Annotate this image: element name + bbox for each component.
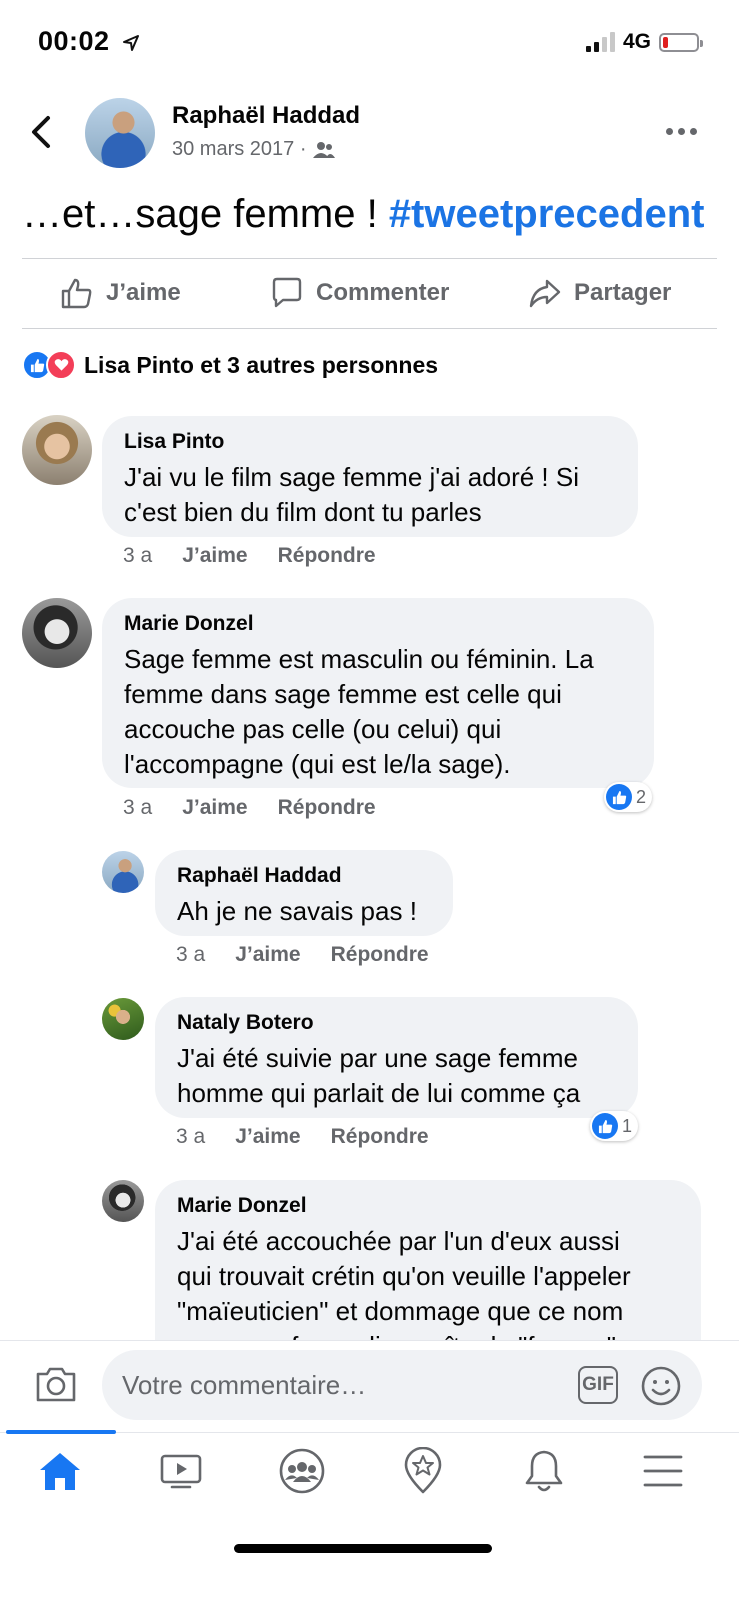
like-label: J’aime [106, 279, 181, 306]
comment-line: J'ai vu le film sage femme j'ai adoré ! … [124, 462, 579, 492]
camera-icon[interactable] [34, 1364, 78, 1404]
divider-top [22, 258, 717, 259]
status-indicators: 4G [585, 30, 703, 54]
comment-line: Ah je ne savais pas ! [177, 896, 417, 926]
comment-like-button[interactable]: J’aime [182, 544, 247, 568]
commenter-avatar[interactable] [22, 415, 92, 485]
comment-like-button[interactable]: J’aime [182, 796, 247, 820]
comment-line: J'ai été suivie par une sage femme [177, 1043, 578, 1073]
share-label: Partager [574, 279, 672, 306]
comment-text: Sage femme est masculin ou féminin. La f… [124, 642, 632, 782]
share-button[interactable]: Partager [528, 276, 671, 310]
post-hashtag[interactable]: #tweetprecedent [389, 192, 705, 236]
comment-line: Sage femme est masculin ou féminin. La [124, 644, 594, 674]
comment-text: Ah je ne savais pas ! [177, 894, 431, 929]
like-reaction-icon [592, 1113, 618, 1139]
author-avatar[interactable] [85, 98, 155, 168]
status-time: 00:02 [38, 26, 140, 57]
like-button[interactable]: J’aime [60, 276, 181, 310]
comment-age: 3 a [176, 943, 206, 966]
comment-age: 3 a [123, 544, 153, 567]
comment-bubble: Marie Donzel Sage femme est masculin ou … [102, 598, 654, 788]
commenter-avatar[interactable] [102, 851, 144, 893]
comment-bubble: Nataly Botero J'ai été suivie par une sa… [155, 997, 638, 1118]
comment-line: c'est bien du film dont tu parles [124, 497, 482, 527]
comment-reaction-count[interactable]: 1 [590, 1111, 639, 1141]
comment-like-button[interactable]: J’aime [235, 943, 300, 967]
reaction-count-text: 2 [636, 786, 647, 807]
comment-bubble: Lisa Pinto J'ai vu le film sage femme j'… [102, 416, 638, 537]
comment-reply-button[interactable]: Répondre [278, 544, 376, 568]
comment-reaction-count[interactable]: 2 [604, 782, 653, 812]
comment-reply-button[interactable]: Répondre [278, 796, 376, 820]
post-text-body: …et…sage femme ! [22, 192, 378, 236]
gif-button[interactable]: GIF [578, 1366, 618, 1404]
comment-line: homme qui parlait de lui comme ça [177, 1078, 581, 1108]
comment-button[interactable]: Commenter [270, 276, 449, 310]
comment-reply-button[interactable]: Répondre [331, 1125, 429, 1149]
comment-text: J'ai vu le film sage femme j'ai adoré ! … [124, 460, 616, 530]
comment-meta: 3 a J’aime Répondre [123, 796, 376, 820]
active-tab-indicator [6, 1430, 116, 1434]
bottom-nav [0, 1432, 739, 1533]
comment-line: qui trouvait crétin qu'on veuille l'appe… [177, 1261, 631, 1291]
groups-icon[interactable] [277, 1448, 327, 1494]
comment-like-button[interactable]: J’aime [235, 1125, 300, 1149]
commenter-name[interactable]: Marie Donzel [124, 612, 632, 636]
menu-icon[interactable] [638, 1448, 688, 1494]
comment-line: l'accompagne (qui est le/la sage). [124, 749, 511, 779]
comment-meta: 3 a J’aime Répondre [123, 544, 376, 568]
battery-icon [659, 32, 703, 52]
network-type: 4G [622, 30, 651, 53]
divider-bottom [22, 328, 717, 329]
comment-meta: 3 a J’aime Répondre [176, 943, 429, 967]
commenter-avatar[interactable] [102, 1180, 144, 1222]
comment-icon [272, 277, 302, 308]
location-arrow-icon [122, 34, 139, 51]
comment-age: 3 a [176, 1125, 206, 1148]
comment-age: 3 a [123, 796, 153, 819]
love-reaction-icon [46, 350, 76, 380]
commenter-name[interactable]: Marie Donzel [177, 1194, 679, 1218]
comment-line: accouche pas celle (ou celui) qui [124, 714, 502, 744]
reaction-count-text: 1 [622, 1115, 633, 1136]
status-time-text: 00:02 [38, 26, 110, 56]
comment-line: "maïeuticien" et dommage que ce nom [177, 1296, 624, 1326]
comment-meta: 3 a J’aime Répondre [176, 1125, 429, 1149]
comment-bubble: Raphaël Haddad Ah je ne savais pas ! [155, 850, 453, 936]
post-date: 30 mars 2017 · [172, 138, 335, 161]
comment-placeholder: Votre commentaire… [122, 1369, 367, 1400]
thumbs-up-icon [61, 278, 92, 309]
post-text: …et…sage femme ! #tweetprecedent [22, 192, 704, 237]
reaction-summary-text: Lisa Pinto et 3 autres personnes [84, 351, 439, 378]
reactions-summary[interactable]: Lisa Pinto et 3 autres personnes [22, 350, 438, 380]
friends-audience-icon [312, 141, 335, 158]
pages-icon[interactable] [398, 1447, 448, 1494]
home-indicator [234, 1544, 492, 1553]
comment-reply-button[interactable]: Répondre [331, 943, 429, 967]
more-options-icon[interactable] [666, 128, 697, 135]
home-icon[interactable] [35, 1448, 85, 1494]
emoji-icon[interactable] [640, 1365, 682, 1407]
share-icon [529, 279, 561, 308]
comment-text: J'ai été suivie par une sage femme homme… [177, 1041, 616, 1111]
commenter-name[interactable]: Lisa Pinto [124, 430, 616, 454]
comment-label: Commenter [316, 279, 450, 306]
post-date-text: 30 mars 2017 · [172, 138, 307, 160]
commenter-name[interactable]: Raphaël Haddad [177, 864, 431, 888]
back-icon[interactable] [28, 114, 56, 150]
bell-icon[interactable] [519, 1448, 569, 1494]
author-name[interactable]: Raphaël Haddad [172, 102, 360, 130]
signal-icon [585, 32, 615, 52]
like-reaction-icon [606, 784, 632, 810]
commenter-avatar[interactable] [102, 998, 144, 1040]
commenter-name[interactable]: Nataly Botero [177, 1011, 616, 1035]
commenter-avatar[interactable] [22, 598, 92, 668]
comment-line: J'ai été accouchée par l'un d'eux aussi [177, 1226, 620, 1256]
comment-line: femme dans sage femme est celle qui [124, 679, 562, 709]
video-icon[interactable] [156, 1448, 206, 1494]
